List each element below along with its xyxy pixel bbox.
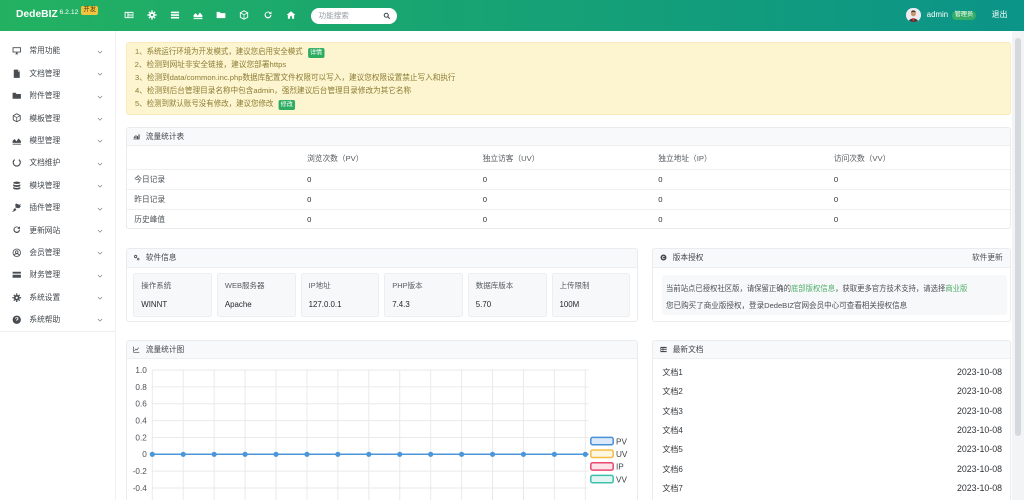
svg-text:0.6: 0.6 <box>135 399 147 408</box>
svg-text:PV: PV <box>616 437 627 446</box>
svg-text:UV: UV <box>616 450 628 459</box>
svg-text:VV: VV <box>616 475 627 484</box>
svg-text:0.4: 0.4 <box>135 416 147 425</box>
svg-text:-0.2: -0.2 <box>132 467 147 476</box>
svg-text:1.0: 1.0 <box>135 366 147 375</box>
svg-text:0.2: 0.2 <box>135 433 147 442</box>
svg-text:0.8: 0.8 <box>135 383 147 392</box>
svg-text:-0.4: -0.4 <box>132 484 147 493</box>
svg-text:0: 0 <box>142 450 147 459</box>
svg-text:IP: IP <box>616 462 624 471</box>
